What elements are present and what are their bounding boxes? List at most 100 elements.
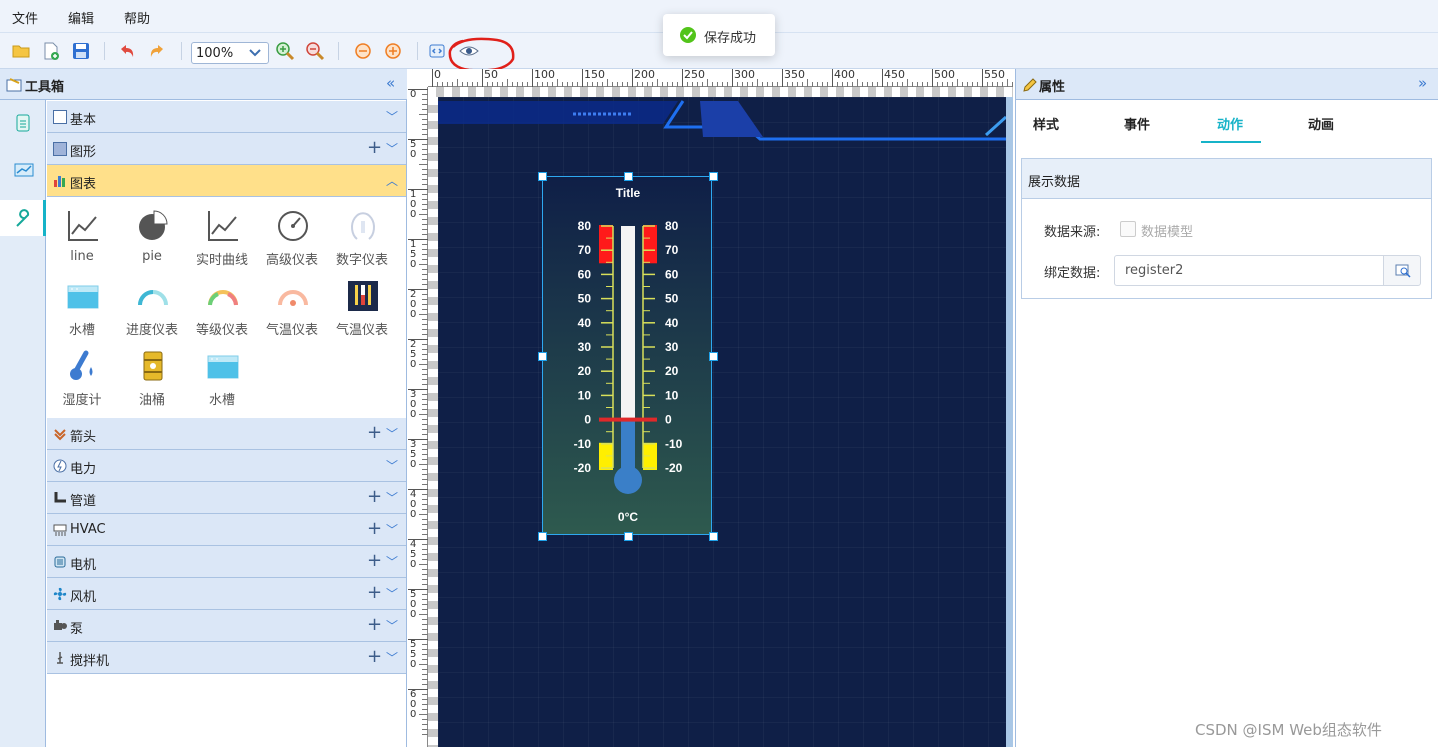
scale-label-left: -10	[574, 437, 592, 451]
category-power[interactable]: 电力 ﹀	[47, 450, 406, 482]
tool-progress-gauge[interactable]: 进度仪表	[117, 269, 187, 339]
open-folder-icon[interactable]	[11, 41, 31, 61]
add-icon[interactable]: +	[367, 518, 382, 539]
ruler-label: 0	[410, 89, 417, 100]
tab-event[interactable]: 事件	[1124, 114, 1150, 133]
design-stage[interactable]: Title 80 80 70 70 60 60 50 50 40 40 30 30 20 20 10 10 0 0 -…	[438, 97, 1006, 747]
menu-help[interactable]: 帮助	[124, 8, 150, 27]
side-tab-tools[interactable]	[0, 200, 46, 236]
tool-temperature-gauge[interactable]: 气温仪表	[257, 269, 327, 339]
resize-handle[interactable]	[709, 532, 718, 541]
tool-digital-gauge[interactable]: 数字仪表	[327, 199, 397, 269]
zoom-select[interactable]: 100%	[191, 42, 269, 64]
digital-gauge-icon	[351, 212, 375, 240]
data-model-label: 数据模型	[1141, 225, 1194, 240]
tool-water-tank[interactable]: 水槽	[47, 269, 117, 339]
category-hvac[interactable]: HVAC + ﹀	[47, 514, 406, 546]
collapse-right-icon[interactable]: »	[1418, 74, 1427, 92]
tool-temperature-gauge-2[interactable]: 气温仪表	[327, 269, 397, 339]
tool-line[interactable]: line	[47, 199, 117, 269]
chevron-down-icon[interactable]: ﹀	[386, 425, 398, 442]
ruler-label: 50	[484, 68, 498, 81]
tool-label: pie	[142, 249, 162, 264]
zoom-out-icon[interactable]	[305, 41, 325, 61]
menu-file[interactable]: 文件	[12, 8, 38, 27]
ruler-minor-tick	[419, 664, 428, 665]
collapse-left-icon[interactable]: «	[386, 74, 395, 92]
add-icon[interactable]: +	[367, 582, 382, 603]
chevron-up-icon[interactable]: ︿	[386, 172, 398, 189]
data-model-checkbox[interactable]	[1120, 221, 1136, 237]
side-tab-pages[interactable]	[0, 104, 46, 140]
chevron-down-icon[interactable]: ﹀	[386, 585, 398, 602]
gauge-icon	[278, 211, 308, 241]
category-fan[interactable]: 风机 + ﹀	[47, 578, 406, 610]
new-file-icon[interactable]	[41, 41, 61, 61]
undo-icon[interactable]	[117, 41, 137, 61]
vertical-scrollbar[interactable]	[1006, 97, 1013, 747]
ruler-label: 1 5 0	[410, 239, 417, 270]
tab-animation[interactable]: 动画	[1308, 114, 1334, 133]
properties-tabs: 样式 事件 动作 动画	[1016, 100, 1438, 144]
add-icon[interactable]: +	[367, 550, 382, 571]
chevron-down-icon[interactable]: ﹀	[386, 108, 398, 125]
tool-hygrometer[interactable]: 湿度计	[47, 339, 117, 409]
category-pipe[interactable]: 管道 + ﹀	[47, 482, 406, 514]
category-basic[interactable]: 基本 ﹀	[47, 101, 406, 133]
chevron-down-icon[interactable]: ﹀	[386, 617, 398, 634]
resize-handle[interactable]	[538, 532, 547, 541]
category-mixer[interactable]: 搅拌机 + ﹀	[47, 642, 406, 674]
side-tab-charts[interactable]	[0, 152, 46, 188]
resize-handle[interactable]	[623, 172, 633, 181]
add-icon[interactable]: +	[367, 422, 382, 443]
tab-action[interactable]: 动作	[1217, 114, 1243, 133]
chevron-down-icon[interactable]: ﹀	[386, 649, 398, 666]
add-icon[interactable]: +	[367, 614, 382, 635]
add-icon[interactable]: +	[367, 646, 382, 667]
chevron-down-icon[interactable]: ﹀	[386, 140, 398, 157]
resize-handle[interactable]	[538, 352, 547, 361]
ruler-label: 5 0 0	[410, 589, 417, 620]
high-band-left	[599, 225, 613, 264]
category-pump[interactable]: 泵 + ﹀	[47, 610, 406, 642]
chevron-down-icon[interactable]: ﹀	[386, 553, 398, 570]
rotate-left-icon[interactable]	[353, 41, 373, 61]
redo-icon[interactable]	[147, 41, 167, 61]
chevron-down-icon[interactable]: ﹀	[386, 457, 398, 474]
thermometer-widget[interactable]: Title 80 80 70 70 60 60 50 50 40 40 30 30 20 20 10 10 0 0 -…	[542, 176, 712, 535]
properties-panel: 属性 » 样式 事件 动作 动画 展示数据 数据来源: 数据模型 绑定数据: r…	[1015, 69, 1438, 747]
ruler-label: 150	[584, 68, 605, 81]
tab-style[interactable]: 样式	[1033, 114, 1059, 133]
resize-handle[interactable]	[709, 172, 718, 181]
ruler-top: 0 50 100 150 200 250 300 350 400 450 500 550	[428, 68, 1028, 87]
category-chart[interactable]: 图表 ︿	[47, 165, 406, 197]
bind-data-input[interactable]: register2	[1114, 255, 1384, 286]
category-shape[interactable]: 图形 + ﹀	[47, 133, 406, 165]
chevron-down-icon[interactable]: ﹀	[386, 521, 398, 538]
ruler-tick	[482, 69, 483, 87]
water-tank-icon	[67, 285, 99, 309]
tool-level-gauge[interactable]: 等级仪表	[187, 269, 257, 339]
tool-label: 进度仪表	[125, 323, 178, 338]
menu-edit[interactable]: 编辑	[68, 8, 94, 27]
ruler-label: 450	[884, 68, 905, 81]
bind-data-value: register2	[1125, 263, 1184, 278]
tool-water-tank-2[interactable]: 水槽	[187, 339, 257, 409]
tool-advanced-gauge[interactable]: 高级仪表	[257, 199, 327, 269]
add-icon[interactable]: +	[367, 486, 382, 507]
tool-pie[interactable]: pie	[117, 199, 187, 269]
category-arrow[interactable]: 箭头 + ﹀	[47, 418, 406, 450]
category-motor[interactable]: 电机 + ﹀	[47, 546, 406, 578]
tool-realtime-curve[interactable]: 实时曲线	[187, 199, 257, 269]
resize-handle[interactable]	[538, 172, 547, 181]
chevron-down-icon[interactable]: ﹀	[386, 489, 398, 506]
tool-oil-drum[interactable]: 油桶	[117, 339, 187, 409]
code-icon[interactable]	[427, 41, 447, 61]
add-icon[interactable]: +	[367, 137, 382, 158]
rotate-right-icon[interactable]	[383, 41, 403, 61]
save-icon[interactable]	[71, 41, 91, 61]
select-data-button[interactable]	[1383, 255, 1421, 286]
resize-handle[interactable]	[709, 352, 718, 361]
resize-handle[interactable]	[623, 532, 633, 541]
zoom-in-icon[interactable]	[275, 41, 295, 61]
